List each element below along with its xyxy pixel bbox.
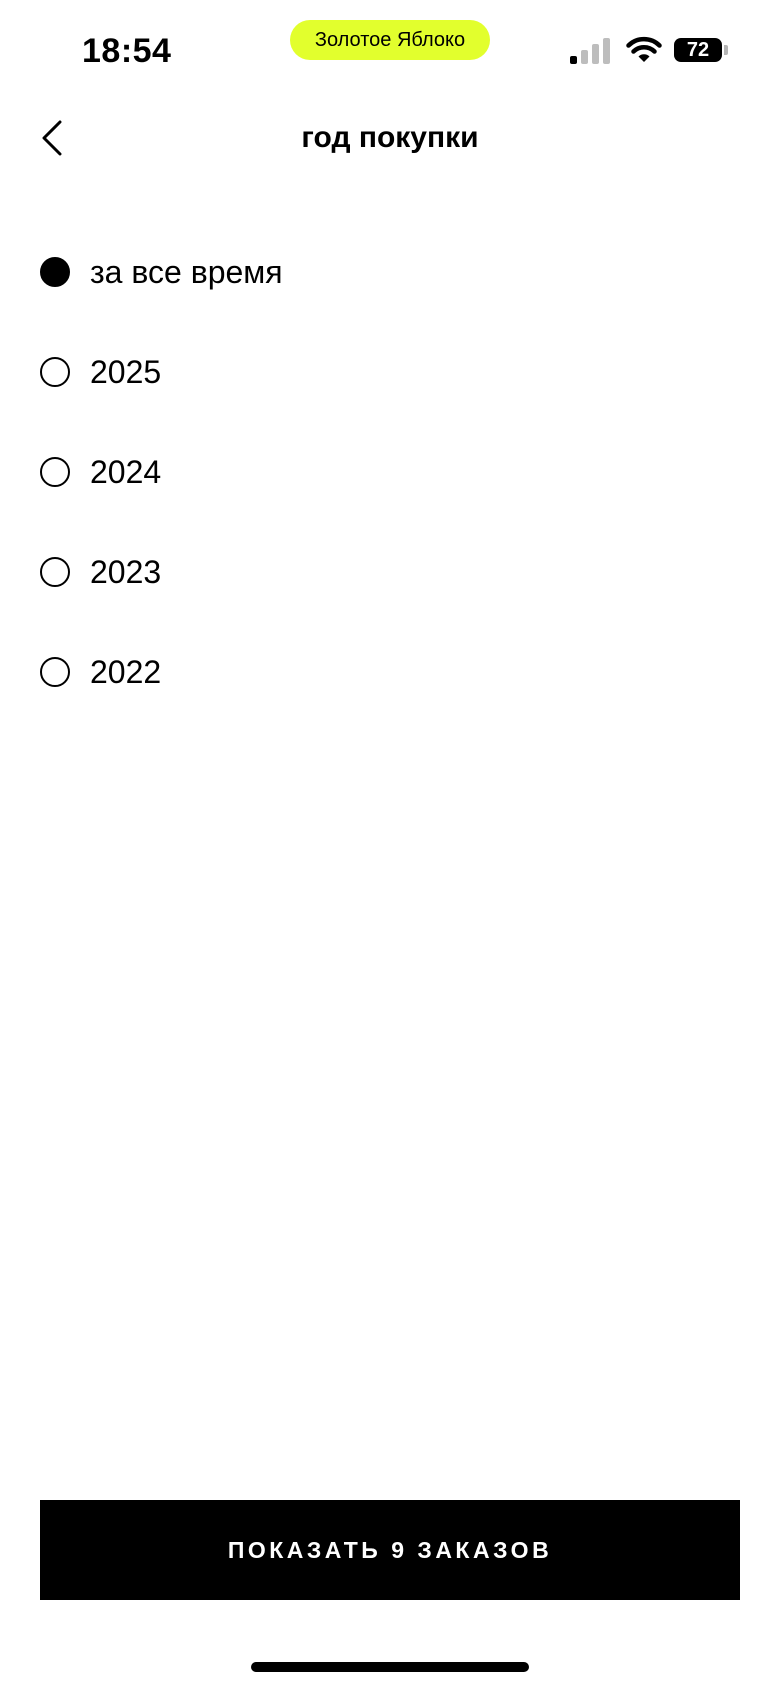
status-indicators: 72 (570, 34, 730, 68)
radio-unselected-icon[interactable] (40, 557, 70, 587)
radio-unselected-icon[interactable] (40, 657, 70, 687)
purchase-year-options: за все время 2025 2024 2023 2022 (40, 247, 740, 747)
option-label: 2024 (90, 454, 162, 490)
option-all-time[interactable]: за все время (40, 247, 740, 297)
cellular-signal-icon (570, 38, 610, 64)
radio-unselected-icon[interactable] (40, 457, 70, 487)
home-indicator[interactable] (251, 1662, 529, 1672)
option-2025[interactable]: 2025 (40, 347, 740, 397)
option-label: 2025 (90, 354, 162, 390)
option-label: за все время (90, 254, 283, 290)
page-title: год покупки (301, 121, 479, 154)
wifi-icon (626, 36, 662, 62)
option-label: 2023 (90, 554, 162, 590)
option-2022[interactable]: 2022 (40, 647, 740, 697)
battery-cap (724, 45, 728, 55)
option-label: 2022 (90, 654, 162, 690)
show-orders-button[interactable]: ПОКАЗАТЬ 9 ЗАКАЗОВ (40, 1500, 740, 1600)
option-2024[interactable]: 2024 (40, 447, 740, 497)
radio-selected-icon[interactable] (40, 257, 70, 287)
store-name-pill[interactable]: Золотое Яблоко (290, 20, 490, 60)
battery-icon: 72 (674, 38, 722, 62)
status-time: 18:54 (82, 32, 172, 70)
radio-unselected-icon[interactable] (40, 357, 70, 387)
option-2023[interactable]: 2023 (40, 547, 740, 597)
